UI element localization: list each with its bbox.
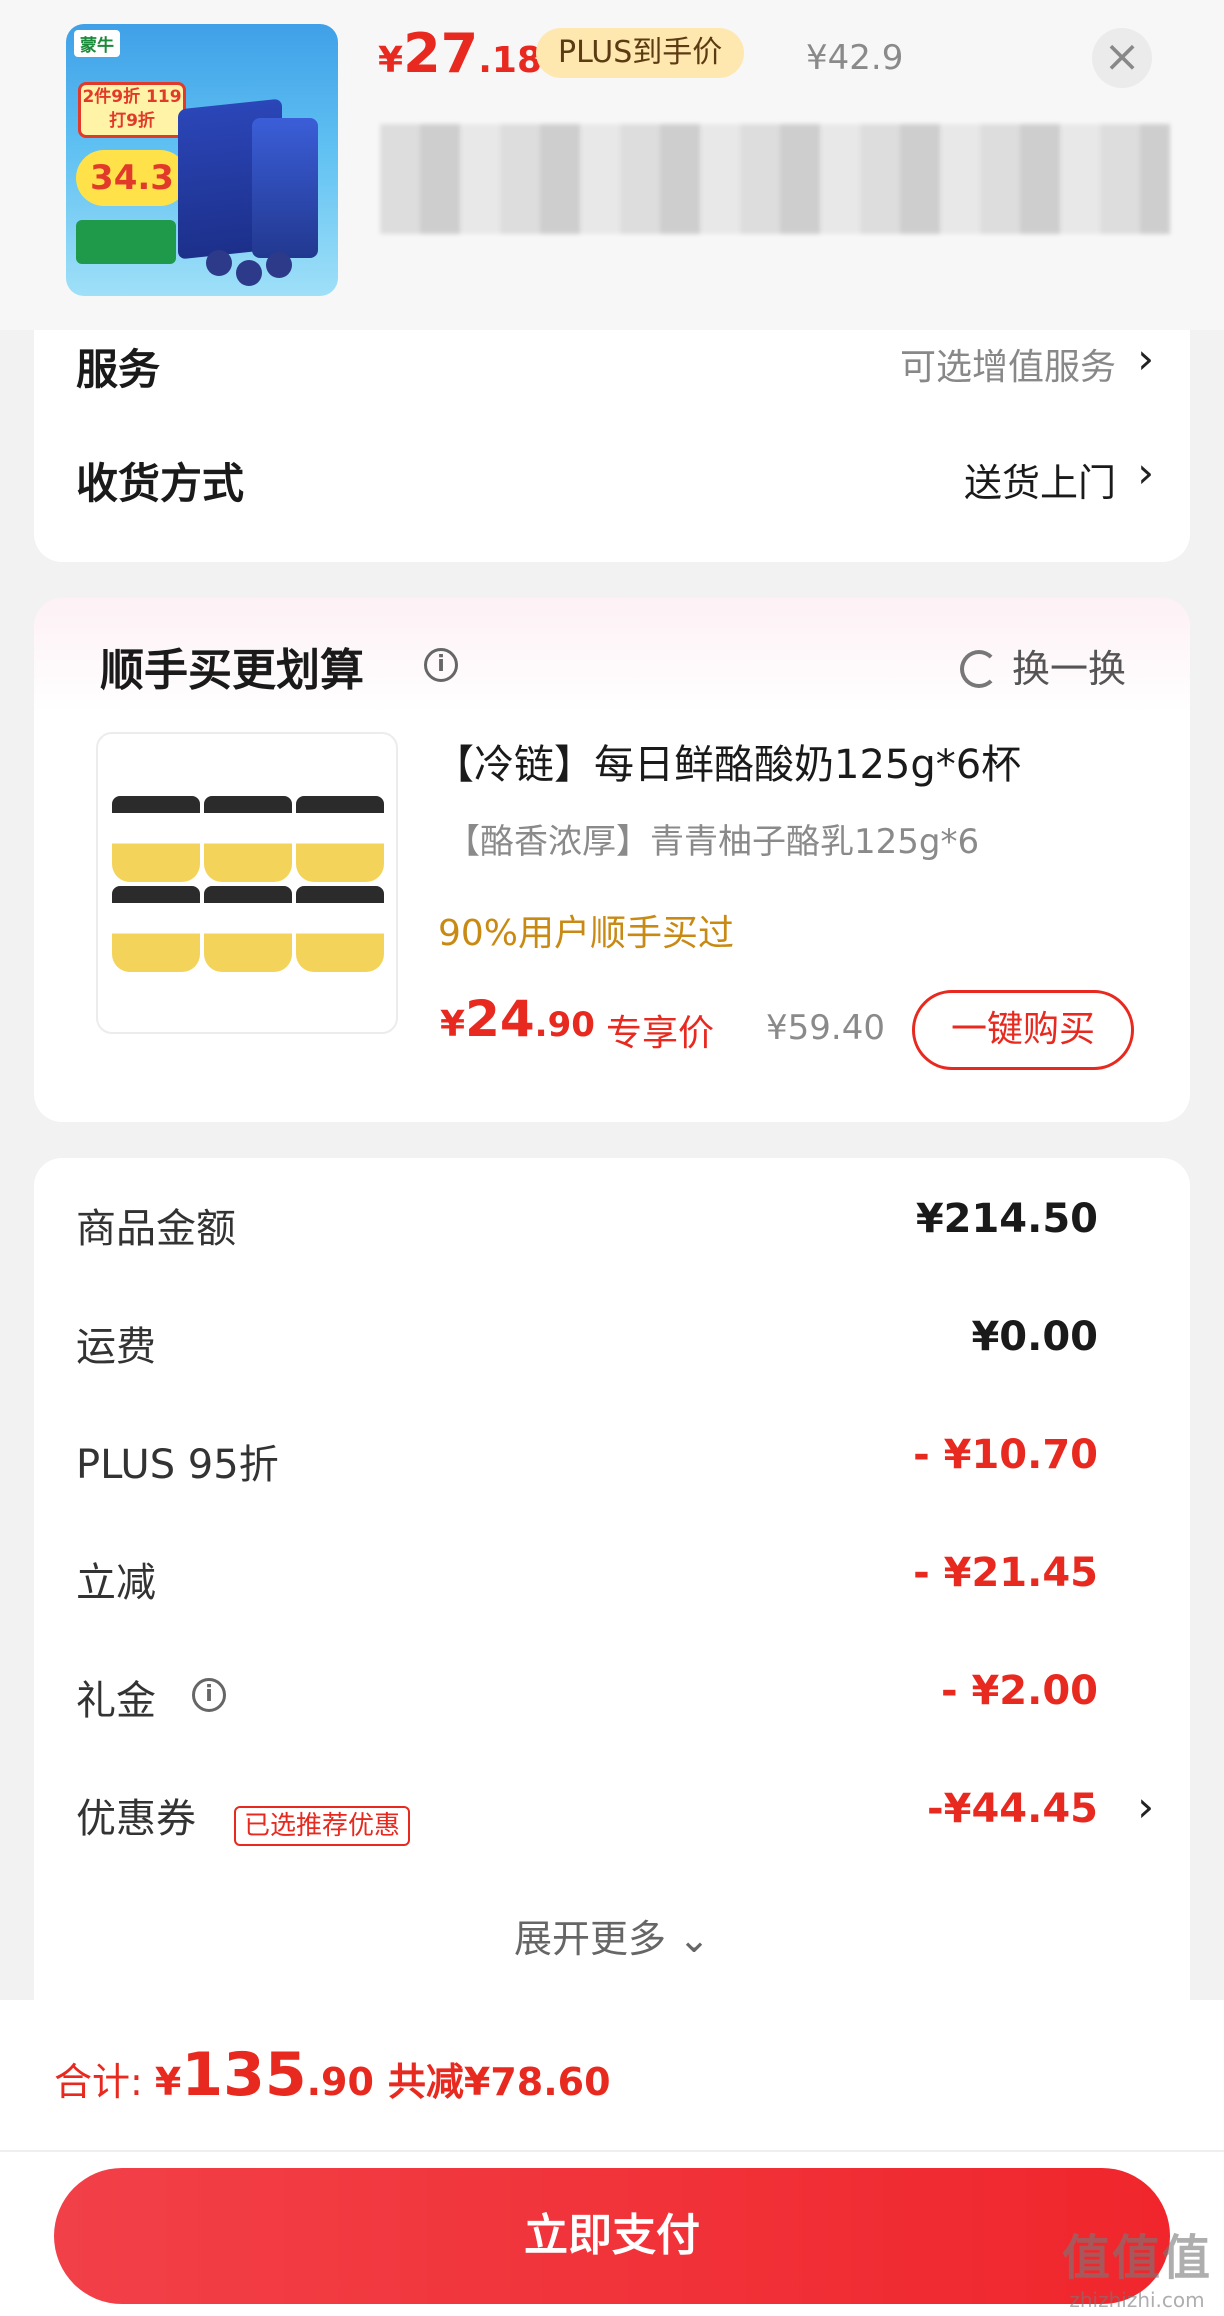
recommendation-card: 顺手买更划算 i 换一换 【冷链】每日鲜酪酸奶125g*6杯 【酪香浓厚】青青柚…	[34, 598, 1190, 1122]
expand-more-label: 展开更多	[514, 1917, 667, 1961]
recommended-product-image[interactable]	[96, 732, 398, 1034]
product-box-image	[252, 118, 318, 258]
watermark: 值值值 zhizhizhi.com	[1062, 2218, 1212, 2312]
summary-row-value: ¥0.00	[971, 1314, 1098, 1360]
recommended-product-name[interactable]: 【冷链】每日鲜酪酸奶125g*6杯	[434, 732, 1021, 790]
summary-row-label: 优惠券	[76, 1796, 196, 1842]
price-currency: ¥	[440, 1004, 466, 1045]
promo-price-tag: 34.3	[76, 150, 188, 206]
price-decimal: .90	[534, 1005, 595, 1045]
blueberry-image	[266, 252, 292, 278]
recommended-product-subtitle: 【酪香浓厚】青青柚子酪乳125g*6	[446, 822, 980, 862]
yogurt-cup-image	[112, 796, 200, 882]
coupon-badge: 已选推荐优惠	[234, 1806, 411, 1846]
blueberry-image	[206, 250, 232, 276]
expand-more-button[interactable]: 展开更多 ⌄	[34, 1908, 1190, 1963]
summary-row-label: 礼金	[76, 1678, 156, 1724]
delivery-value[interactable]: 送货上门	[964, 452, 1116, 507]
refresh-icon	[959, 650, 998, 688]
product-thumbnail[interactable]: 蒙牛 2件9折 119打9折 34.3	[66, 24, 338, 296]
summary-row-label: 运费	[76, 1324, 156, 1370]
price-integer: 27	[403, 22, 479, 85]
total-savings: 共减¥78.60	[387, 2060, 611, 2104]
plus-price-badge: PLUS到手价	[536, 28, 745, 78]
total-decimal: .90	[306, 2060, 374, 2104]
recommended-product-price: ¥24.90	[440, 990, 595, 1048]
info-icon[interactable]: i	[424, 648, 458, 682]
yogurt-cup-image	[204, 886, 292, 972]
watermark-url: zhizhizhi.com	[1069, 2288, 1205, 2312]
summary-row-value: - ¥21.45	[913, 1550, 1098, 1596]
exclusive-price-tag: 专享价	[606, 1013, 715, 1054]
total-label: 合计:	[54, 2060, 155, 2104]
swap-label: 换一换	[1011, 647, 1126, 691]
plus-price: ¥27.18	[378, 22, 542, 85]
green-promo-tag	[76, 220, 176, 264]
yogurt-cup-image	[112, 886, 200, 972]
delivery-label: 收货方式	[76, 459, 245, 508]
blurred-address	[380, 124, 1170, 234]
divider	[0, 2150, 1224, 2152]
checkout-bar: 合计: ¥135.90 共减¥78.60 立即支付 值值值 zhizhizhi.c…	[0, 2000, 1224, 2316]
price-decimal: .18	[478, 40, 542, 81]
swap-button[interactable]: 换一换	[959, 638, 1126, 693]
info-icon[interactable]: i	[192, 1678, 226, 1712]
recommendation-title: 顺手买更划算	[100, 645, 364, 696]
service-card: 服务 可选增值服务 › 收货方式 送货上门 ›	[34, 330, 1190, 562]
summary-row-value[interactable]: -¥44.45	[927, 1786, 1098, 1832]
chevron-right-icon[interactable]: ›	[1137, 1782, 1154, 1831]
chevron-right-icon[interactable]: ›	[1137, 334, 1154, 383]
yogurt-cup-image	[296, 886, 384, 972]
purchase-note: 90%用户顺手买过	[438, 913, 735, 954]
brand-logo: 蒙牛	[74, 30, 120, 57]
summary-row-value: - ¥10.70	[913, 1432, 1098, 1478]
close-icon[interactable]: ×	[1092, 28, 1152, 88]
summary-row-value: - ¥2.00	[940, 1668, 1098, 1714]
recommended-original-price: ¥59.40	[766, 1008, 885, 1048]
service-label: 服务	[76, 345, 161, 394]
price-currency: ¥	[378, 40, 404, 81]
price-summary-card: 商品金额 ¥214.50 运费 ¥0.00 PLUS 95折 - ¥10.70 …	[34, 1158, 1190, 2008]
price-integer: 24	[465, 990, 535, 1048]
yogurt-cup-image	[204, 796, 292, 882]
service-value[interactable]: 可选增值服务	[900, 338, 1116, 390]
one-click-buy-button[interactable]: 一键购买	[912, 990, 1134, 1070]
summary-row-label: PLUS 95折	[76, 1442, 279, 1488]
total-currency: ¥	[154, 2060, 182, 2104]
total-integer: 135	[181, 2040, 307, 2110]
pay-now-button[interactable]: 立即支付	[54, 2168, 1170, 2304]
yogurt-cup-image	[296, 796, 384, 882]
promo-tag: 2件9折 119打9折	[78, 82, 186, 138]
chevron-right-icon[interactable]: ›	[1137, 448, 1154, 497]
blueberry-image	[236, 260, 262, 286]
original-price: ¥42.9	[806, 38, 904, 78]
watermark-logo: 值值值	[1061, 2230, 1212, 2286]
product-header: 蒙牛 2件9折 119打9折 34.3 ¥27.18 PLUS到手价 ¥42.9…	[0, 0, 1224, 330]
summary-row-label: 商品金额	[76, 1206, 236, 1252]
chevron-down-icon: ⌄	[678, 1917, 710, 1961]
summary-row-label: 立减	[76, 1560, 156, 1606]
summary-row-value: ¥214.50	[915, 1196, 1098, 1242]
total-amount: 合计: ¥135.90 共减¥78.60	[54, 2040, 611, 2110]
